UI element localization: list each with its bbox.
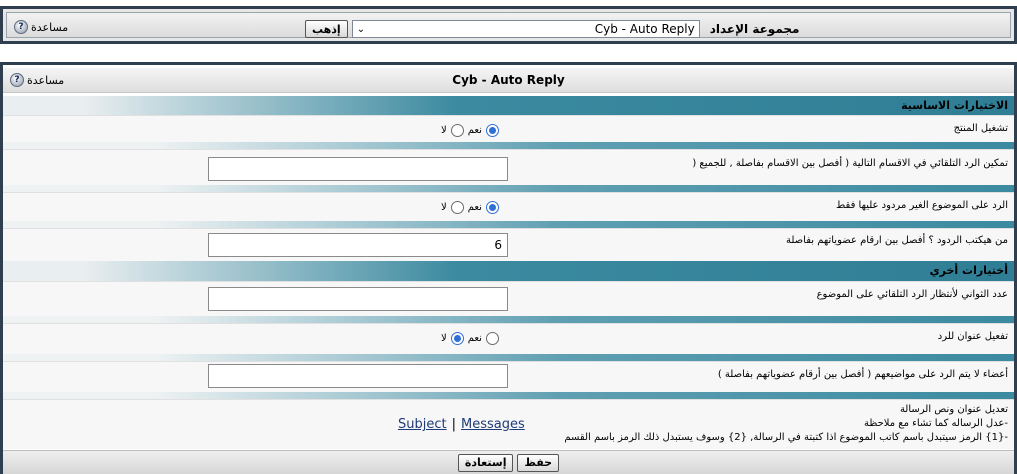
option-row-edit-message: تعديل عنوان ونص الرسالة -عدل الرساله كما… xyxy=(3,399,1014,449)
radio-no-label: لا xyxy=(441,333,447,344)
row-separator xyxy=(3,221,1014,228)
wait-seconds-input[interactable] xyxy=(208,287,508,311)
excluded-members-input[interactable] xyxy=(208,364,508,388)
option-note: -{1} الرمز سيتبدل باسم كاتب الموضوع اذا … xyxy=(564,432,1008,443)
option-label: تمكين الرد التلقائي في الاقسام التالية (… xyxy=(692,158,1008,169)
row-separator xyxy=(3,316,1014,323)
radio-no-label: لا xyxy=(441,202,447,213)
form-footer: إستعادة حفظ xyxy=(3,450,1014,474)
settings-group-bar: ? مساعدة إذهب ⌄ Cyb - Auto Reply مجموعة … xyxy=(6,12,1011,38)
option-row-who-replies: من هيكتب الردود ؟ أفصل بين ارقام عضوياته… xyxy=(3,228,1014,261)
help-label: مساعدة xyxy=(31,20,69,34)
option-label: تفعيل عنوان للرد xyxy=(937,331,1008,342)
option-label: تعديل عنوان ونص الرسالة xyxy=(899,404,1008,415)
group-selector: إذهب ⌄ Cyb - Auto Reply مجموعة الإعداد xyxy=(305,20,799,38)
page-title: Cyb - Auto Reply xyxy=(452,73,565,87)
who-replies-input[interactable]: 6 xyxy=(208,233,508,257)
message-links: Subject | Messages xyxy=(398,417,525,432)
radio-yes-label: نعم xyxy=(467,125,482,136)
group-label: مجموعة الإعداد xyxy=(709,22,800,36)
radio-yes-label: نعم xyxy=(467,333,482,344)
forums-input[interactable] xyxy=(208,157,508,181)
settings-panel: ? مساعدة Cyb - Auto Reply الاختيارات الا… xyxy=(0,62,1017,474)
section-title: أختيارات أخري xyxy=(929,264,1008,277)
panel-titlebar: ? مساعدة Cyb - Auto Reply xyxy=(3,68,1014,93)
go-button[interactable]: إذهب xyxy=(305,20,348,38)
link-separator: | xyxy=(451,417,456,432)
radio-yes[interactable] xyxy=(485,124,499,137)
option-row-reply-title: تفعيل عنوان للرد نعم لا xyxy=(3,323,1014,354)
section-header-other: أختيارات أخري xyxy=(3,261,1014,281)
option-row-unreplied: الرد على الموضوع الغير مردود عليها فقط ن… xyxy=(3,192,1014,221)
settings-group-panel: ? مساعدة إذهب ⌄ Cyb - Auto Reply مجموعة … xyxy=(0,6,1017,44)
radio-yes[interactable] xyxy=(485,332,499,345)
option-note: -عدل الرساله كما تشاء مع ملاحظة xyxy=(864,418,1008,429)
option-label: تشغيل المنتج xyxy=(953,123,1008,134)
help-icon: ? xyxy=(14,20,28,34)
save-button[interactable]: حفظ xyxy=(517,453,560,472)
radio-group-unreplied: نعم لا xyxy=(441,201,499,214)
row-separator xyxy=(3,354,1014,361)
option-row-excluded-members: أعضاء لا يتم الرد على مواضيعهم ( أفصل بي… xyxy=(3,361,1014,392)
section-header-basic: الاختيارات الاساسية xyxy=(3,96,1014,115)
option-row-enable: تشغيل المنتج نعم لا xyxy=(3,115,1014,142)
option-row-forums: تمكين الرد التلقائي في الاقسام التالية (… xyxy=(3,149,1014,185)
row-separator xyxy=(3,392,1014,399)
radio-yes[interactable] xyxy=(485,201,499,214)
chevron-down-icon: ⌄ xyxy=(356,23,366,35)
radio-group-enable: نعم لا xyxy=(441,124,499,137)
radio-no[interactable] xyxy=(450,201,464,214)
row-separator xyxy=(3,142,1014,149)
help-link-top[interactable]: ? مساعدة xyxy=(14,20,68,34)
radio-group-reply-title: نعم لا xyxy=(441,332,499,345)
selected-group-value: Cyb - Auto Reply xyxy=(594,22,695,36)
settings-group-select[interactable]: ⌄ Cyb - Auto Reply xyxy=(351,20,700,38)
radio-no[interactable] xyxy=(450,332,464,345)
reset-button[interactable]: إستعادة xyxy=(457,453,514,472)
radio-no-label: لا xyxy=(441,125,447,136)
option-row-wait-seconds: عدد الثواني لأنتظار الرد التلقائي على ال… xyxy=(3,281,1014,316)
option-label: أعضاء لا يتم الرد على مواضيعهم ( أفصل بي… xyxy=(717,369,1008,380)
radio-no[interactable] xyxy=(450,124,464,137)
radio-yes-label: نعم xyxy=(467,202,482,213)
option-label: الرد على الموضوع الغير مردود عليها فقط xyxy=(836,200,1008,211)
messages-link[interactable]: Messages xyxy=(461,417,525,432)
option-label: من هيكتب الردود ؟ أفصل بين ارقام عضوياته… xyxy=(785,235,1008,246)
row-separator xyxy=(3,185,1014,192)
subject-link[interactable]: Subject xyxy=(398,417,447,432)
section-title: الاختيارات الاساسية xyxy=(901,99,1008,112)
option-label: عدد الثواني لأنتظار الرد التلقائي على ال… xyxy=(816,289,1008,300)
